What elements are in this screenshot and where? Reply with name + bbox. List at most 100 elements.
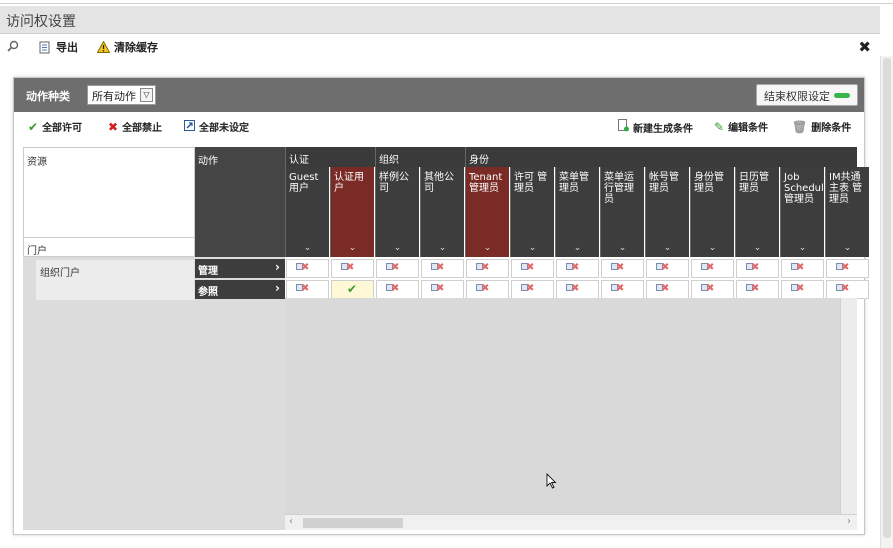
group-identity: 身份	[465, 147, 857, 167]
permission-cell[interactable]: ✖	[736, 280, 779, 299]
permission-cell[interactable]: ✖	[421, 280, 464, 299]
chevron-down-icon[interactable]: ⌄	[826, 243, 869, 254]
unset-permission-icon: ✖	[701, 262, 714, 273]
permission-cell[interactable]: ✖	[601, 280, 644, 299]
chevron-down-icon[interactable]: ⌄	[781, 243, 824, 254]
permission-cell[interactable]: ✖	[601, 259, 644, 278]
export-button[interactable]: 导出	[38, 39, 78, 55]
column-header[interactable]: 认证用户 ⌄	[330, 167, 374, 257]
permission-cell[interactable]: ✖	[421, 259, 464, 278]
permission-cell[interactable]: ✖	[286, 259, 329, 278]
toggle-on-icon	[834, 93, 850, 98]
chevron-down-icon[interactable]: ⌄	[556, 243, 599, 254]
permission-cell[interactable]: ✖	[286, 280, 329, 299]
scroll-right-icon[interactable]: ›	[847, 516, 851, 527]
check-icon: ✔	[28, 119, 39, 134]
chevron-down-icon[interactable]: ⌄	[601, 243, 644, 254]
search-button[interactable]	[6, 39, 24, 53]
permission-cell[interactable]: ✖	[511, 259, 554, 278]
permission-cell[interactable]: ✖	[646, 280, 689, 299]
permission-cell[interactable]: ✖	[781, 259, 824, 278]
unset-all-label: 全部未设定	[199, 123, 249, 134]
column-header[interactable]: 其他公司 ⌄	[420, 167, 464, 257]
chevron-down-icon[interactable]: ⌄	[736, 243, 779, 254]
action-row-label: 管理	[198, 266, 218, 277]
unset-permission-icon: ✖	[566, 262, 579, 273]
edit-condition-button[interactable]: ✎ 编辑条件	[714, 119, 768, 135]
permission-cell[interactable]: ✖	[781, 280, 824, 299]
chevron-down-icon[interactable]: ⌄	[511, 243, 554, 254]
clear-cache-label: 清除缓存	[114, 41, 158, 54]
chevron-down-icon[interactable]: ⌄	[421, 243, 464, 254]
group-org: 组织	[375, 147, 465, 167]
panel-header: 动作种类 所有动作 ▽ 结束权限设定	[14, 78, 864, 112]
column-header[interactable]: 帐号管理员 ⌄	[645, 167, 689, 257]
permission-cell[interactable]: ✖	[556, 259, 599, 278]
grid-empty-area	[285, 298, 840, 514]
chevron-down-icon: ▽	[140, 88, 153, 102]
column-header[interactable]: Job Scheduler管理员 ⌄	[780, 167, 834, 257]
unset-permission-icon: ✖	[746, 283, 759, 294]
permission-cell[interactable]: ✖	[466, 259, 509, 278]
page-scrollbar-thumb[interactable]	[883, 58, 891, 538]
close-icon[interactable]: ✖	[858, 38, 871, 56]
grid-horizontal-scrollbar[interactable]: ‹ ›	[285, 514, 857, 530]
unset-permission-icon: ✖	[386, 262, 399, 273]
chevron-right-icon: ›	[275, 260, 280, 274]
permission-cell[interactable]: ✖	[556, 280, 599, 299]
chevron-right-icon: ›	[275, 281, 280, 295]
column-header[interactable]: 身份管理员 ⌄	[690, 167, 734, 257]
access-settings-panel: 动作种类 所有动作 ▽ 结束权限设定 ✔ 全部许可 ✖ 全部禁止 全部未设定 新…	[13, 77, 869, 535]
permission-cell[interactable]: ✖	[736, 259, 779, 278]
chevron-down-icon[interactable]: ⌄	[646, 243, 689, 254]
permission-cell[interactable]: ✖	[691, 259, 734, 278]
permission-cell[interactable]: ✖	[376, 280, 419, 299]
chevron-down-icon[interactable]: ⌄	[286, 243, 329, 254]
action-row-manage[interactable]: 管理 ›	[195, 259, 285, 278]
unset-permission-icon: ✖	[566, 283, 579, 294]
column-header[interactable]: 许可 管理员 ⌄	[510, 167, 554, 257]
column-header[interactable]: Guest 用户 ⌄	[285, 167, 329, 257]
permission-cell[interactable]: ✖	[646, 259, 689, 278]
deny-all-button[interactable]: ✖ 全部禁止	[108, 119, 162, 135]
clear-cache-button[interactable]: 清除缓存	[96, 39, 158, 55]
column-header[interactable]: Tenant 管理员 ⌄	[465, 167, 509, 257]
column-header[interactable]: IM共通主表 管理员 ⌄	[825, 167, 869, 257]
action-row-reference[interactable]: 参照 ›	[195, 280, 285, 299]
portal-label: 门户	[24, 237, 194, 257]
action-type-select[interactable]: 所有动作 ▽	[87, 85, 156, 105]
permission-cell[interactable]: ✖	[691, 280, 734, 299]
permission-cell[interactable]: ✖	[466, 280, 509, 299]
end-permission-button[interactable]: 结束权限设定	[756, 84, 858, 106]
resource-header: 资源 门户	[23, 147, 195, 257]
chevron-down-icon[interactable]: ⌄	[376, 243, 419, 254]
unset-permission-icon: ✖	[836, 262, 849, 273]
unset-permission-icon: ✖	[701, 283, 714, 294]
chevron-down-icon[interactable]: ⌄	[331, 243, 374, 254]
resource-row[interactable]: 组织门户	[35, 259, 195, 301]
check-icon: ✔	[347, 282, 358, 296]
unset-permission-icon: ✖	[521, 262, 534, 273]
permission-cell[interactable]: ✖	[331, 259, 374, 278]
column-header[interactable]: 日历管理员 ⌄	[735, 167, 779, 257]
permission-cell[interactable]: ✔	[331, 280, 374, 299]
column-header-label: Guest 用户	[289, 172, 319, 194]
chevron-down-icon[interactable]: ⌄	[466, 243, 509, 254]
scroll-left-icon[interactable]: ‹	[289, 516, 293, 527]
column-header[interactable]: 样例公司 ⌄	[375, 167, 419, 257]
permission-cell[interactable]: ✖	[511, 280, 554, 299]
permission-cell[interactable]: ✖	[826, 259, 869, 278]
scroll-thumb[interactable]	[303, 518, 403, 528]
permission-cell[interactable]: ✖	[376, 259, 419, 278]
unset-all-button[interactable]: 全部未设定	[184, 119, 249, 134]
page-scrollbar[interactable]	[880, 56, 893, 548]
grid-vertical-scrollbar[interactable]	[840, 298, 857, 514]
chevron-down-icon[interactable]: ⌄	[691, 243, 734, 254]
column-header-label: 认证用户	[334, 172, 364, 194]
new-condition-button[interactable]: 新建生成条件	[618, 119, 693, 135]
permission-cell[interactable]: ✖	[826, 280, 869, 299]
column-header[interactable]: 菜单运行管理员 ⌄	[600, 167, 644, 257]
allow-all-button[interactable]: ✔ 全部许可	[28, 119, 82, 135]
column-header[interactable]: 菜单管理员 ⌄	[555, 167, 599, 257]
delete-condition-button[interactable]: 🗑 删除条件	[792, 119, 851, 135]
